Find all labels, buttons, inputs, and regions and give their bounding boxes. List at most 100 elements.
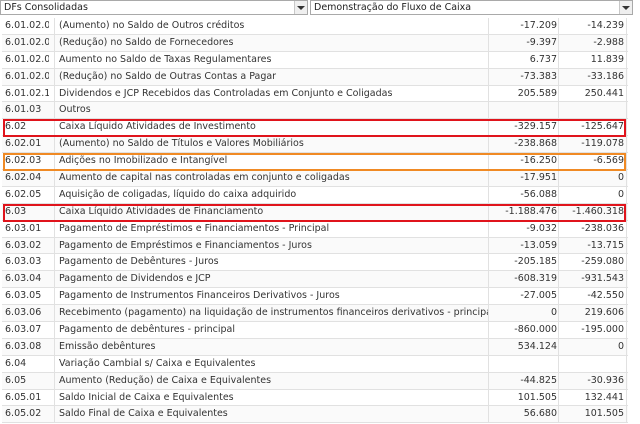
account-description: Pagamento de debêntures - principal: [54, 322, 489, 338]
value-previous: -33.186: [558, 68, 624, 85]
value-current: 534.124: [488, 338, 557, 355]
value-current: 6.737: [488, 51, 557, 68]
account-code: 6.01.02.08: [5, 53, 49, 65]
table-row: 6.05 Aumento (Redução) de Caixa e Equival…: [2, 372, 628, 390]
account-code: 6.02.05: [5, 188, 42, 200]
value-previous: 11.839: [558, 51, 624, 68]
account-code: 6.01.03: [5, 104, 42, 116]
value-current: -44.825: [488, 372, 557, 389]
table-row: 6.03.03 Pagamento de Debêntures - Juros -2…: [2, 254, 628, 272]
value-previous: -125.647: [558, 119, 624, 136]
table-row: 6.05.01 Saldo Inicial de Caixa e Equivale…: [2, 389, 628, 407]
value-previous: -6.569: [558, 153, 624, 170]
value-current: -205.185: [488, 254, 557, 271]
account-description: Pagamento de Dividendos e JCP: [54, 271, 489, 288]
account-code: 6.02: [5, 121, 27, 133]
value-previous: -13.715: [558, 237, 624, 254]
value-current: 101.505: [488, 389, 557, 406]
table-row: 6.03.07 Pagamento de debêntures - princip…: [2, 322, 628, 339]
account-code: 6.01.02.06: [5, 20, 49, 31]
value-current: -329.157: [488, 119, 557, 136]
value-previous: 219.606: [558, 305, 624, 322]
account-description: (Aumento) no Saldo de Outros créditos: [54, 18, 489, 34]
account-description: (Redução) no Saldo de Outras Contas a Pa…: [54, 68, 489, 85]
account-code: 6.03.08: [5, 340, 42, 352]
statement-select[interactable]: Demonstração do Fluxo de Caixa: [310, 0, 633, 15]
account-code: 6.01.02.09: [5, 70, 49, 82]
table-row: 6.01.02.08 Aumento no Saldo de Taxas Regu…: [2, 51, 628, 69]
account-code: 6.03: [5, 205, 27, 217]
account-description: Aquisição de coligadas, líquido do caixa…: [54, 186, 489, 203]
account-description: Emissão debêntures: [54, 338, 489, 355]
table-row: 6.05.02 Saldo Final de Caixa e Equivalent…: [2, 406, 628, 424]
account-description: (Redução) no Saldo de Fornecedores: [54, 34, 489, 51]
dfs-select-value: DFs Consolidadas: [4, 2, 88, 13]
account-description: Aumento de capital nas controladas em co…: [54, 170, 489, 186]
chevron-down-icon[interactable]: [619, 1, 632, 14]
table-row: 6.01.02.09 (Redução) no Saldo de Outras C…: [2, 68, 628, 86]
value-previous: -14.239: [558, 18, 624, 34]
table-row: 6.03.02 Pagamento de Empréstimos e Financ…: [2, 237, 628, 255]
account-description: Pagamento de Instrumentos Financeiros De…: [54, 288, 489, 305]
value-previous: -2.988: [558, 34, 624, 51]
value-current: -860.000: [488, 322, 557, 338]
value-previous: 0: [558, 170, 624, 186]
account-code: 6.01.02.07: [5, 36, 49, 48]
table-row: 6.02 Caixa Líquido Atividades de Investim…: [2, 119, 628, 137]
value-previous: 250.441: [558, 85, 624, 102]
value-current: -56.088: [488, 186, 557, 203]
account-description: Adições no Imobilizado e Intangível: [54, 153, 489, 170]
table-row: 6.01.03 Outros: [2, 102, 628, 120]
value-previous: -30.936: [558, 372, 624, 389]
account-description: Pagamento de Empréstimos e Financiamento…: [54, 220, 489, 237]
account-code: 6.03.04: [5, 273, 42, 285]
value-previous: -119.078: [558, 136, 624, 153]
value-current: -9.032: [488, 220, 557, 237]
table-row: 6.02.03 Adições no Imobilizado e Intangív…: [2, 153, 628, 171]
account-description: Pagamento de Debêntures - Juros: [54, 254, 489, 271]
table-row: 6.02.05 Aquisição de coligadas, líquido d…: [2, 186, 628, 204]
account-code: 6.03.02: [5, 239, 42, 251]
statement-select-value: Demonstração do Fluxo de Caixa: [314, 2, 472, 13]
table-row: 6.01.02.07 (Redução) no Saldo de Forneced…: [2, 34, 628, 52]
table-row: 6.03.08 Emissão debêntures 534.124 0: [2, 338, 628, 356]
account-description: Saldo Final de Caixa e Equivalentes: [54, 406, 489, 423]
account-code: 6.01.02.10: [5, 87, 49, 99]
value-previous: [558, 355, 624, 372]
value-current: -608.319: [488, 271, 557, 288]
account-code: 6.03.05: [5, 290, 42, 302]
value-previous: -238.036: [558, 220, 624, 237]
value-previous: -259.080: [558, 254, 624, 271]
account-description: Caixa Líquido Atividades de Financiament…: [54, 203, 489, 220]
account-code: 6.05: [5, 374, 27, 386]
cash-flow-table: 6.01.02.06 (Aumento) no Saldo de Outros c…: [2, 18, 628, 424]
value-current: [488, 355, 557, 372]
value-current: 0: [488, 305, 557, 322]
chevron-down-icon[interactable]: [294, 1, 307, 14]
account-code: 6.02.04: [5, 172, 42, 184]
account-code: 6.04: [5, 357, 27, 369]
table-row: 6.02.04 Aumento de capital nas controlada…: [2, 170, 628, 187]
value-current: -13.059: [488, 237, 557, 254]
account-description: Outros: [54, 102, 489, 119]
value-current: -27.005: [488, 288, 557, 305]
table-row: 6.03.01 Pagamento de Empréstimos e Financ…: [2, 220, 628, 238]
account-code: 6.05.02: [5, 408, 42, 420]
account-description: Dividendos e JCP Recebidos das Controlad…: [54, 85, 489, 102]
dfs-select[interactable]: DFs Consolidadas: [0, 0, 308, 15]
value-current: 56.680: [488, 406, 557, 423]
account-code: 6.03.07: [5, 324, 42, 336]
account-code: 6.02.01: [5, 138, 42, 150]
table-row: 6.04 Variação Cambial s/ Caixa e Equivale…: [2, 355, 628, 373]
value-previous: -931.543: [558, 271, 624, 288]
value-current: -9.397: [488, 34, 557, 51]
account-description: Aumento (Redução) de Caixa e Equivalente…: [54, 372, 489, 389]
table-row: 6.02.01 (Aumento) no Saldo de Títulos e V…: [2, 136, 628, 154]
value-current: -16.250: [488, 153, 557, 170]
toolbar: DFs Consolidadas Demonstração do Fluxo d…: [0, 0, 640, 18]
value-current: -17.209: [488, 18, 557, 34]
value-current: -17.951: [488, 170, 557, 186]
account-description: Caixa Líquido Atividades de Investimento: [54, 119, 489, 136]
value-previous: 0: [558, 186, 624, 203]
account-description: Aumento no Saldo de Taxas Regulamentares: [54, 51, 489, 68]
